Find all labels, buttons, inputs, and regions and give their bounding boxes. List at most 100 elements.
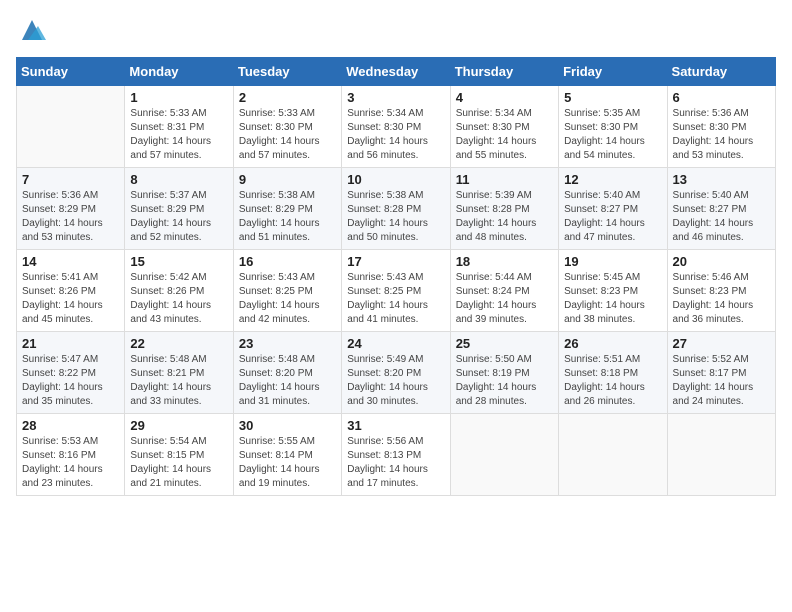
day-number: 8	[130, 172, 227, 187]
day-number: 15	[130, 254, 227, 269]
calendar-cell: 1Sunrise: 5:33 AM Sunset: 8:31 PM Daylig…	[125, 86, 233, 168]
day-number: 17	[347, 254, 444, 269]
calendar-cell: 18Sunrise: 5:44 AM Sunset: 8:24 PM Dayli…	[450, 250, 558, 332]
calendar: SundayMondayTuesdayWednesdayThursdayFrid…	[16, 57, 776, 496]
calendar-week-1: 1Sunrise: 5:33 AM Sunset: 8:31 PM Daylig…	[17, 86, 776, 168]
column-header-thursday: Thursday	[450, 58, 558, 86]
day-number: 24	[347, 336, 444, 351]
calendar-cell: 2 Sunrise: 5:33 AM Sunset: 8:30 PM Daylig…	[233, 86, 341, 168]
day-info: Sunrise: 5:55 AM Sunset: 8:14 PM Dayligh…	[239, 435, 336, 491]
calendar-cell: 30 Sunrise: 5:55 AM Sunset: 8:14 PM Dayli…	[233, 414, 341, 496]
day-info: Sunrise: 5:42 AM Sunset: 8:26 PM Dayligh…	[130, 271, 227, 327]
calendar-cell: 20 Sunrise: 5:46 AM Sunset: 8:23 PM Dayli…	[667, 250, 775, 332]
day-info: Sunrise: 5:40 AM Sunset: 8:27 PM Dayligh…	[564, 189, 661, 245]
calendar-cell: 21Sunrise: 5:47 AM Sunset: 8:22 PM Dayli…	[17, 332, 125, 414]
day-info: Sunrise: 5:36 AM Sunset: 8:30 PM Dayligh…	[673, 107, 770, 163]
day-info: Sunrise: 5:54 AM Sunset: 8:15 PM Dayligh…	[130, 435, 227, 491]
calendar-cell: 14 Sunrise: 5:41 AM Sunset: 8:26 PM Dayli…	[17, 250, 125, 332]
calendar-cell: 10 Sunrise: 5:38 AM Sunset: 8:28 PM Dayli…	[342, 168, 450, 250]
column-header-saturday: Saturday	[667, 58, 775, 86]
day-number: 10	[347, 172, 444, 187]
day-number: 26	[564, 336, 661, 351]
day-info: Sunrise: 5:41 AM Sunset: 8:26 PM Dayligh…	[22, 271, 119, 327]
calendar-cell: 24 Sunrise: 5:49 AM Sunset: 8:20 PM Dayli…	[342, 332, 450, 414]
day-number: 9	[239, 172, 336, 187]
day-info: Sunrise: 5:49 AM Sunset: 8:20 PM Dayligh…	[347, 353, 444, 409]
calendar-week-5: 28 Sunrise: 5:53 AM Sunset: 8:16 PM Dayli…	[17, 414, 776, 496]
calendar-cell: 15 Sunrise: 5:42 AM Sunset: 8:26 PM Dayli…	[125, 250, 233, 332]
day-info: Sunrise: 5:56 AM Sunset: 8:13 PM Dayligh…	[347, 435, 444, 491]
calendar-week-4: 21Sunrise: 5:47 AM Sunset: 8:22 PM Dayli…	[17, 332, 776, 414]
day-number: 13	[673, 172, 770, 187]
day-info: Sunrise: 5:34 AM Sunset: 8:30 PM Dayligh…	[456, 107, 553, 163]
column-header-monday: Monday	[125, 58, 233, 86]
logo	[16, 16, 46, 49]
calendar-cell: 29 Sunrise: 5:54 AM Sunset: 8:15 PM Dayli…	[125, 414, 233, 496]
day-number: 4	[456, 90, 553, 105]
calendar-cell: 3Sunrise: 5:34 AM Sunset: 8:30 PM Daylig…	[342, 86, 450, 168]
day-info: Sunrise: 5:51 AM Sunset: 8:18 PM Dayligh…	[564, 353, 661, 409]
day-number: 12	[564, 172, 661, 187]
calendar-week-2: 7 Sunrise: 5:36 AM Sunset: 8:29 PM Daylig…	[17, 168, 776, 250]
day-number: 2	[239, 90, 336, 105]
calendar-cell: 22Sunrise: 5:48 AM Sunset: 8:21 PM Dayli…	[125, 332, 233, 414]
day-number: 1	[130, 90, 227, 105]
calendar-cell: 4 Sunrise: 5:34 AM Sunset: 8:30 PM Daylig…	[450, 86, 558, 168]
day-info: Sunrise: 5:53 AM Sunset: 8:16 PM Dayligh…	[22, 435, 119, 491]
day-info: Sunrise: 5:33 AM Sunset: 8:30 PM Dayligh…	[239, 107, 336, 163]
day-info: Sunrise: 5:43 AM Sunset: 8:25 PM Dayligh…	[239, 271, 336, 327]
calendar-cell: 25 Sunrise: 5:50 AM Sunset: 8:19 PM Dayli…	[450, 332, 558, 414]
calendar-cell: 8 Sunrise: 5:37 AM Sunset: 8:29 PM Daylig…	[125, 168, 233, 250]
day-info: Sunrise: 5:39 AM Sunset: 8:28 PM Dayligh…	[456, 189, 553, 245]
calendar-cell: 26 Sunrise: 5:51 AM Sunset: 8:18 PM Dayli…	[559, 332, 667, 414]
day-info: Sunrise: 5:43 AM Sunset: 8:25 PM Dayligh…	[347, 271, 444, 327]
day-info: Sunrise: 5:44 AM Sunset: 8:24 PM Dayligh…	[456, 271, 553, 327]
day-number: 7	[22, 172, 119, 187]
calendar-cell	[667, 414, 775, 496]
calendar-week-3: 14 Sunrise: 5:41 AM Sunset: 8:26 PM Dayli…	[17, 250, 776, 332]
calendar-cell: 6Sunrise: 5:36 AM Sunset: 8:30 PM Daylig…	[667, 86, 775, 168]
day-number: 25	[456, 336, 553, 351]
calendar-cell: 13 Sunrise: 5:40 AM Sunset: 8:27 PM Dayli…	[667, 168, 775, 250]
logo-icon	[18, 16, 46, 44]
calendar-cell: 27 Sunrise: 5:52 AM Sunset: 8:17 PM Dayli…	[667, 332, 775, 414]
day-number: 22	[130, 336, 227, 351]
calendar-cell: 28 Sunrise: 5:53 AM Sunset: 8:16 PM Dayli…	[17, 414, 125, 496]
calendar-cell: 5 Sunrise: 5:35 AM Sunset: 8:30 PM Daylig…	[559, 86, 667, 168]
day-info: Sunrise: 5:52 AM Sunset: 8:17 PM Dayligh…	[673, 353, 770, 409]
day-number: 20	[673, 254, 770, 269]
day-info: Sunrise: 5:37 AM Sunset: 8:29 PM Dayligh…	[130, 189, 227, 245]
column-header-friday: Friday	[559, 58, 667, 86]
day-info: Sunrise: 5:40 AM Sunset: 8:27 PM Dayligh…	[673, 189, 770, 245]
calendar-cell	[559, 414, 667, 496]
day-number: 30	[239, 418, 336, 433]
day-number: 5	[564, 90, 661, 105]
day-number: 3	[347, 90, 444, 105]
calendar-cell: 12 Sunrise: 5:40 AM Sunset: 8:27 PM Dayli…	[559, 168, 667, 250]
day-number: 28	[22, 418, 119, 433]
day-info: Sunrise: 5:35 AM Sunset: 8:30 PM Dayligh…	[564, 107, 661, 163]
day-number: 29	[130, 418, 227, 433]
day-info: Sunrise: 5:48 AM Sunset: 8:20 PM Dayligh…	[239, 353, 336, 409]
day-number: 23	[239, 336, 336, 351]
day-number: 31	[347, 418, 444, 433]
calendar-cell: 19Sunrise: 5:45 AM Sunset: 8:23 PM Dayli…	[559, 250, 667, 332]
column-header-wednesday: Wednesday	[342, 58, 450, 86]
calendar-cell	[17, 86, 125, 168]
day-info: Sunrise: 5:50 AM Sunset: 8:19 PM Dayligh…	[456, 353, 553, 409]
calendar-cell: 17 Sunrise: 5:43 AM Sunset: 8:25 PM Dayli…	[342, 250, 450, 332]
day-number: 14	[22, 254, 119, 269]
day-info: Sunrise: 5:46 AM Sunset: 8:23 PM Dayligh…	[673, 271, 770, 327]
calendar-body: 1Sunrise: 5:33 AM Sunset: 8:31 PM Daylig…	[17, 86, 776, 496]
day-number: 27	[673, 336, 770, 351]
calendar-cell: 23 Sunrise: 5:48 AM Sunset: 8:20 PM Dayli…	[233, 332, 341, 414]
day-info: Sunrise: 5:38 AM Sunset: 8:29 PM Dayligh…	[239, 189, 336, 245]
day-info: Sunrise: 5:36 AM Sunset: 8:29 PM Dayligh…	[22, 189, 119, 245]
day-info: Sunrise: 5:38 AM Sunset: 8:28 PM Dayligh…	[347, 189, 444, 245]
day-number: 19	[564, 254, 661, 269]
calendar-header-row: SundayMondayTuesdayWednesdayThursdayFrid…	[17, 58, 776, 86]
calendar-cell: 16Sunrise: 5:43 AM Sunset: 8:25 PM Dayli…	[233, 250, 341, 332]
column-header-tuesday: Tuesday	[233, 58, 341, 86]
day-info: Sunrise: 5:47 AM Sunset: 8:22 PM Dayligh…	[22, 353, 119, 409]
day-number: 11	[456, 172, 553, 187]
